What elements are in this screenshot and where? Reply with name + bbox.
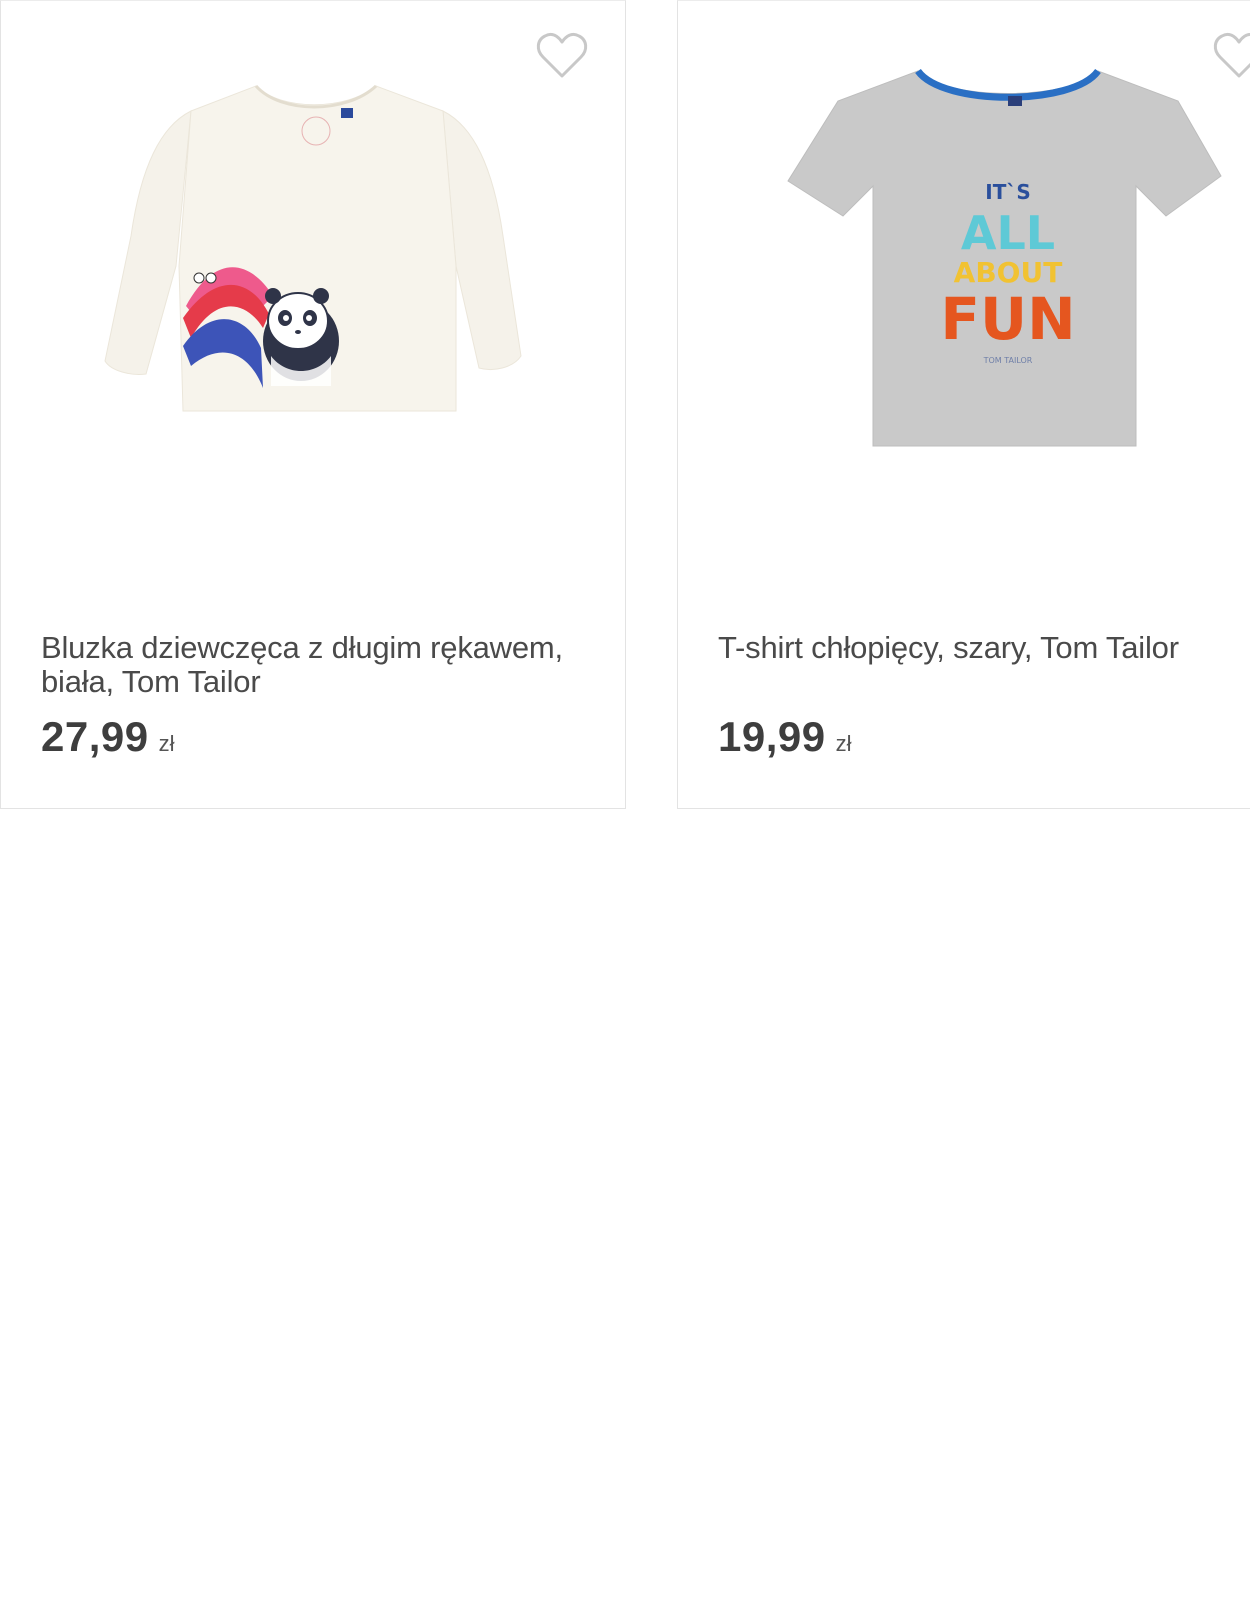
price-amount: 27,99 xyxy=(41,713,149,760)
product-card[interactable]: Bluzka dziewczęca z długim rękawem, biał… xyxy=(0,0,626,809)
print-all: ALL xyxy=(961,206,1055,260)
product-grid: Bluzka dziewczęca z długim rękawem, biał… xyxy=(0,0,1250,1618)
price-amount: 19,99 xyxy=(718,713,826,760)
price-currency: zł xyxy=(158,731,175,756)
print-fun: FUN xyxy=(940,285,1075,353)
price-currency: zł xyxy=(835,731,852,756)
product-title[interactable]: T-shirt chłopięcy, szary, Tom Tailor xyxy=(718,631,1250,665)
tshirt-icon: IT`S ALL ABOUT FUN TOM TAILOR xyxy=(787,68,1222,447)
product-price: 19,99 zł xyxy=(718,713,852,761)
longsleeve-shirt-icon xyxy=(104,84,522,412)
print-brand: TOM TAILOR xyxy=(983,356,1033,365)
product-price: 27,99 zł xyxy=(41,713,175,761)
product-card[interactable]: IT`S ALL ABOUT FUN TOM TAILOR T-shirt ch… xyxy=(677,0,1250,809)
product-image[interactable] xyxy=(1,56,625,466)
print-its: IT`S xyxy=(985,180,1031,204)
product-title[interactable]: Bluzka dziewczęca z długim rękawem, biał… xyxy=(41,631,601,699)
product-image[interactable]: IT`S ALL ABOUT FUN TOM TAILOR xyxy=(678,56,1250,466)
